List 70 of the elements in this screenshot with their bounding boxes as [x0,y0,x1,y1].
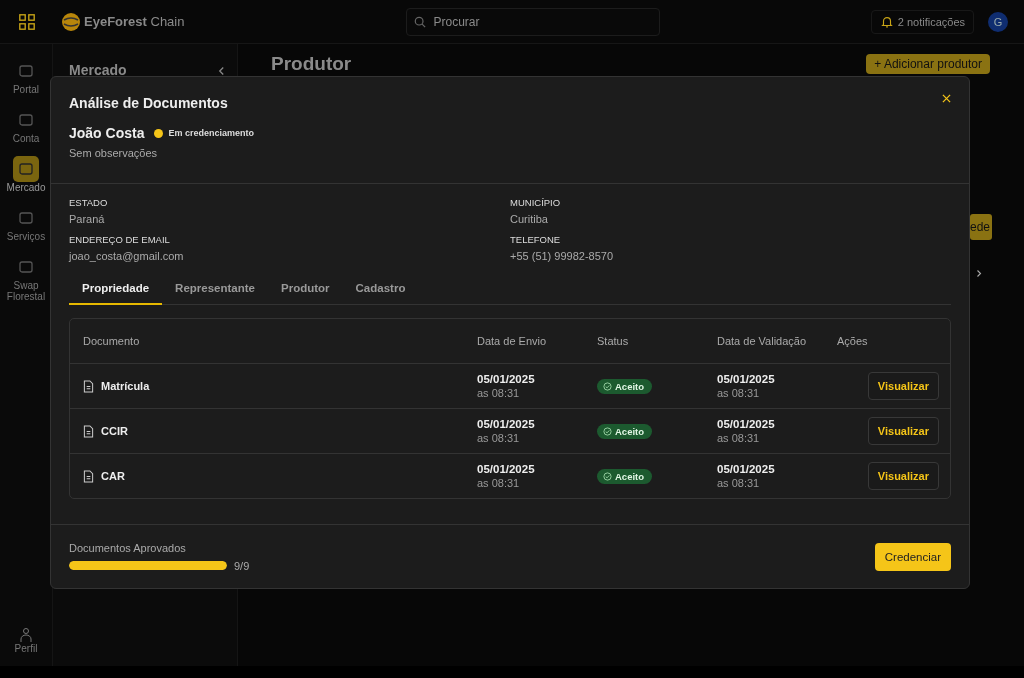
date-text: 05/01/2025 [717,418,776,430]
time-text: as 08:31 [477,387,521,399]
column-header: Data de Envio [477,335,548,347]
status-badge: Aceito [597,468,653,484]
brand-name: EyeForest Chain [84,14,185,29]
tab[interactable]: Propriedade [69,274,163,305]
notes-text: Sem observações [69,147,159,159]
tab[interactable]: Representante [162,274,268,305]
document-name: CAR [101,470,125,482]
close-icon[interactable] [942,93,951,103]
time-text: as 08:31 [717,432,761,444]
field-value: +55 (51) 99982-8570 [510,250,615,262]
document-name: CCIR [101,425,128,437]
field-label: ENDEREÇO DE EMAIL [69,234,171,245]
sidebar-item[interactable]: Portal [0,58,52,95]
partial-button[interactable]: ede [969,214,992,240]
tab[interactable]: Produtor [268,274,343,305]
date-text: 05/01/2025 [717,373,776,385]
bell-icon [879,14,894,29]
page-title: Produtor [271,53,352,75]
time-text: as 08:31 [717,477,761,489]
field-label: MUNICÍPIO [510,197,562,208]
document-icon [83,379,94,393]
apps-icon[interactable] [18,12,36,31]
tab[interactable]: Cadastro [342,274,419,305]
view-button[interactable]: Visualizar [867,417,939,445]
person-icon [18,627,34,643]
search-icon [414,15,427,28]
status-badge: Aceito [597,378,653,394]
field-label: ESTADO [69,197,109,208]
add-producer-button[interactable]: + Adicionar produtor [866,54,990,74]
collapse-icon[interactable] [218,66,225,76]
sidebar-item[interactable]: Swap Florestal [0,254,52,302]
profile-item[interactable]: Perfil [0,627,52,654]
globe-logo-icon [61,11,81,32]
chevron-right-icon[interactable] [976,269,982,278]
panel-title: Mercado [69,62,127,78]
view-button[interactable]: Visualizar [867,462,939,490]
document-icon [83,424,94,438]
document-name: Matrícula [101,380,150,392]
progress-count: 9/9 [234,559,250,572]
document-icon [83,469,94,483]
status-badge: Aceito [597,423,653,439]
search-field[interactable]: Procurar [406,7,661,36]
field-label: TELEFONE [510,234,562,245]
modal-title: Análise de Documentos [69,95,228,111]
date-text: 05/01/2025 [717,463,776,475]
sidebar-item[interactable]: Conta [0,107,52,144]
progress-label: Documentos Aprovados [69,541,187,554]
sidebar-item[interactable]: Mercado [0,156,52,193]
column-header: Data de Validação [717,335,808,347]
date-text: 05/01/2025 [477,463,536,475]
column-header: Ações [837,335,869,347]
time-text: as 08:31 [477,432,521,444]
date-text: 05/01/2025 [477,418,536,430]
column-header: Documento [83,335,141,347]
date-text: 05/01/2025 [477,373,536,385]
avatar[interactable]: G [988,11,1008,32]
time-text: as 08:31 [477,477,521,489]
notifications-button[interactable]: 2 notificações [870,9,974,34]
sidebar-item[interactable]: Serviços [0,205,52,242]
time-text: as 08:31 [717,387,761,399]
field-value: Curitiba [510,213,549,225]
producer-name: João Costa [69,125,145,141]
credential-button[interactable]: Credenciar [874,542,951,571]
status-label: Em credenciamento [168,128,254,138]
field-value: Paraná [69,213,106,225]
column-header: Status [597,335,630,347]
view-button[interactable]: Visualizar [867,372,939,400]
field-value: joao_costa@gmail.com [69,250,185,262]
